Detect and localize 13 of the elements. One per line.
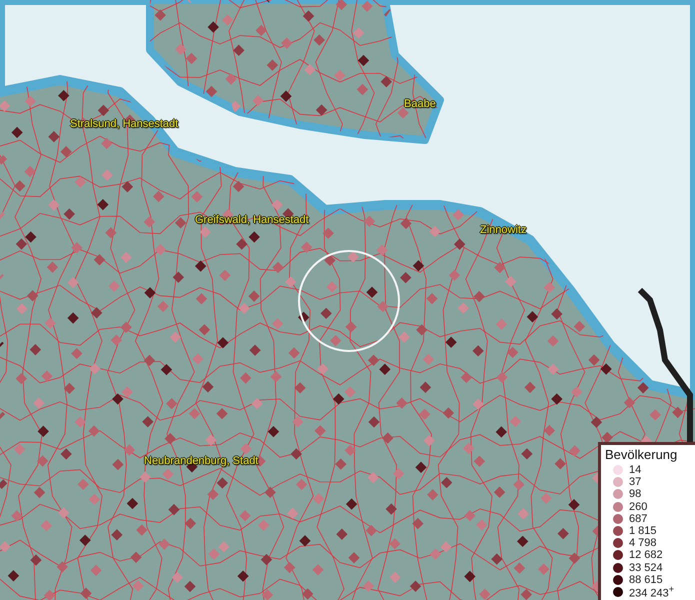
legend-label: 14 — [629, 464, 642, 476]
legend-label: 260 — [629, 500, 648, 513]
legend-label: 4 798 — [629, 537, 657, 550]
legend-label: 1 815 — [629, 524, 657, 537]
legend-label: 12 682 — [629, 549, 663, 562]
legend-label: 98 — [629, 488, 642, 500]
legend-label: 88 615 — [629, 574, 663, 586]
selection-circle-icon — [298, 250, 400, 352]
legend-title: Bevölkerung — [605, 446, 678, 462]
legend-label: 687 — [629, 512, 648, 525]
legend-label: 33 524 — [629, 562, 663, 574]
legend-label: 234 243$^{+}$ — [629, 584, 674, 600]
legend-label: 37 — [629, 476, 642, 488]
